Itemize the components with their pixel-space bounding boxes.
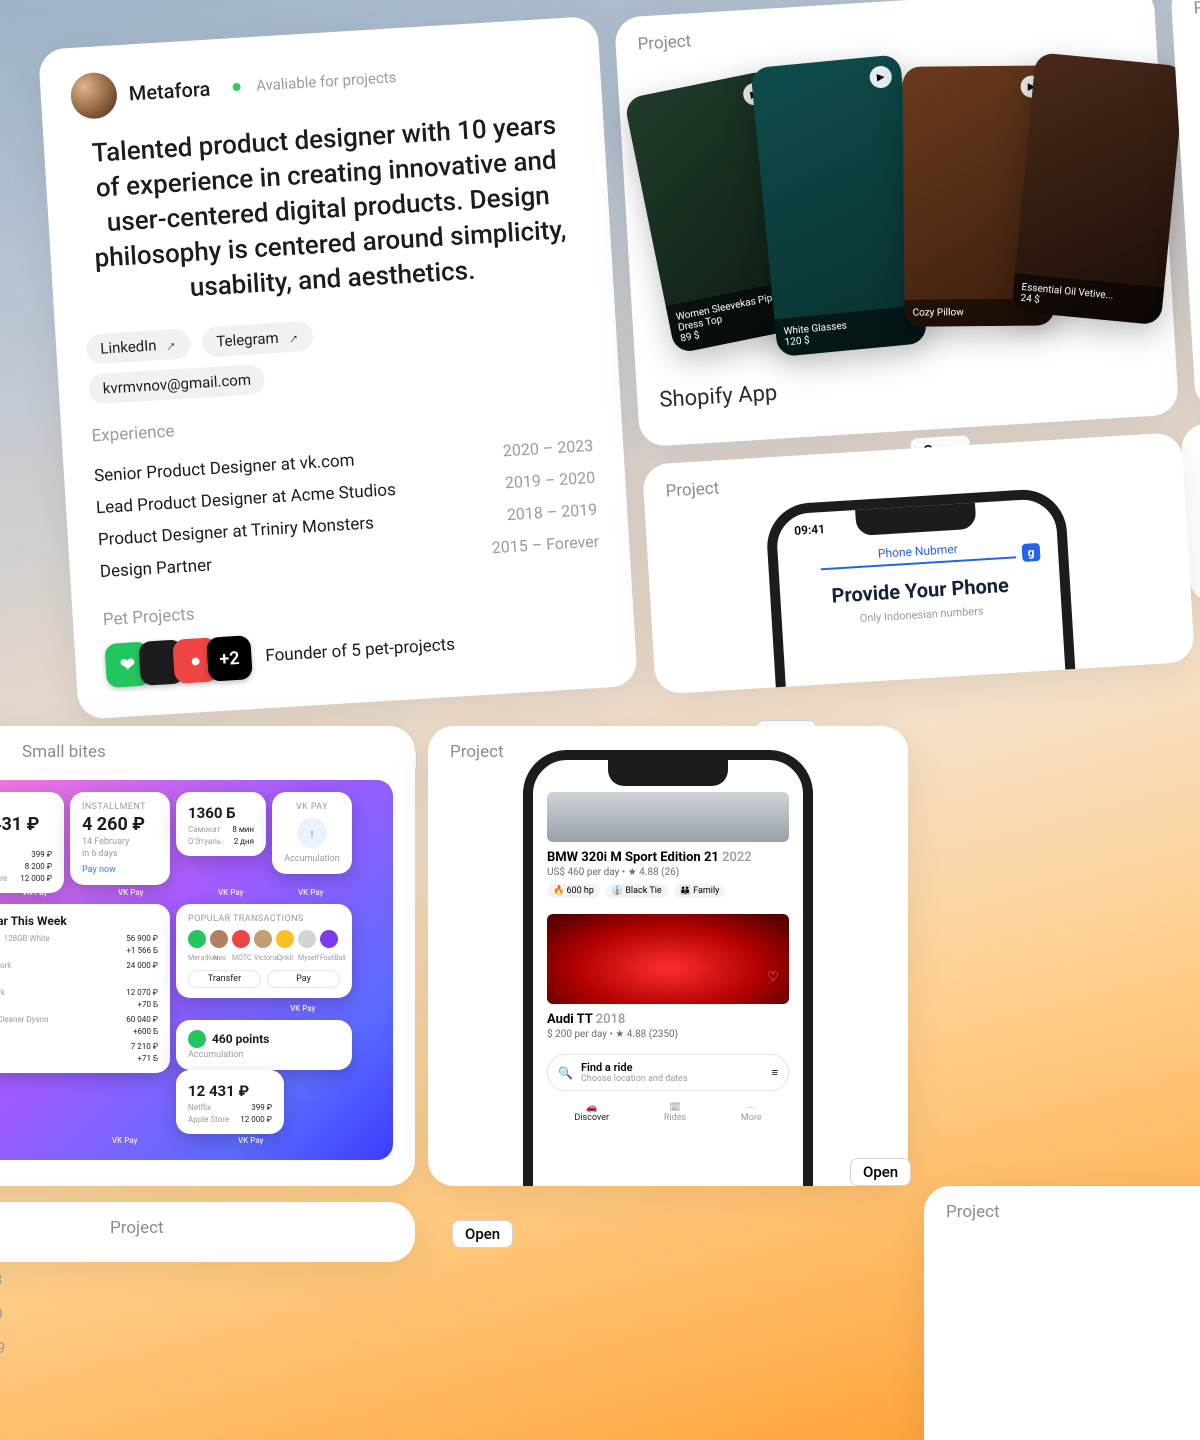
contact-avatar	[276, 930, 294, 948]
screenshot: ▶ White Glasses120 $	[750, 54, 927, 357]
exp-dates: 2020 – 2023	[502, 436, 593, 460]
avatar	[70, 71, 119, 120]
chip-hp: 🔥 600 hp	[547, 884, 600, 898]
availability-text: Avaliable for projects	[256, 68, 397, 95]
smallbites-card[interactable]: Small bites VK PAY 12 431 ₽ •••• 3213 Ne…	[0, 726, 415, 1186]
heart-icon: ♡	[767, 970, 779, 985]
telegram-label: Telegram	[216, 329, 279, 351]
widget-accumulation: VK PAY ↑ Accumulation	[272, 792, 352, 874]
telegram-chip[interactable]: Telegram →	[202, 321, 314, 358]
widget-points2: 460 points Accumulation	[176, 1020, 352, 1070]
phone-device-mock: 09:41 g Phone Nubmer Provide Your Phone …	[765, 487, 1083, 694]
car-image	[547, 792, 789, 842]
widget-vkpay: VK PAY 12 431 ₽ •••• 3213 Netflix399 ₽ R…	[0, 792, 64, 893]
widget-vkpay2: 12 431 ₽ Netflix399 ₽ Apple Store12 000 …	[176, 1070, 284, 1134]
profile-bio: Talented product designer with 10 years …	[73, 107, 583, 313]
external-link-icon: →	[158, 334, 180, 356]
chip-family: 👪 Family	[674, 884, 726, 898]
widget-installment: INSTALLMENT 4 260 ₽ 14 February in 6 day…	[70, 792, 170, 885]
profile-name: Metafora	[128, 77, 211, 106]
screenshots-carousel: ▶ Women Sleevekas Piper Dress Top89 $ ▶ …	[635, 36, 1157, 376]
tab-rides: 🗓Rides	[664, 1103, 686, 1123]
project-card-fragment: Project	[924, 1186, 1200, 1440]
arrow-up-icon: ↑	[297, 818, 327, 848]
section-label-project: Project	[665, 451, 1161, 501]
shopify-project-card[interactable]: Project ▶ Women Sleevekas Piper Dress To…	[614, 0, 1179, 447]
pay-button: Pay	[267, 970, 340, 988]
filter-icon: ≡	[772, 1066, 778, 1079]
contact-avatar	[210, 930, 228, 948]
exp-dates: 2015 – Forever	[491, 532, 599, 558]
widget-points: 1360 Б Самокат8 мин О'Этуаль2 дня	[176, 792, 266, 856]
external-link-icon: →	[281, 327, 303, 349]
contact-avatar	[298, 930, 316, 948]
search-bar: 🔍 Find a ride Choose location and dates …	[547, 1054, 789, 1091]
exp-dates: 2018 – 2019	[506, 500, 597, 524]
pet-more-badge: +2	[206, 636, 253, 683]
play-icon: ▶	[869, 65, 893, 89]
linkedin-label: LinkedIn	[100, 337, 157, 358]
screenshot: Essential Oil Vetive...24 $	[1011, 52, 1185, 325]
open-button-carshare[interactable]: Open	[850, 1158, 911, 1186]
ghost-date: – 2020	[0, 1304, 2, 1323]
profile-card: Metafora Avaliable for projects Talented…	[38, 16, 638, 720]
section-label-smallbites: Small bites	[22, 742, 393, 762]
transfer-button: Transfer	[188, 970, 261, 988]
exp-role: Design Partner	[99, 556, 212, 583]
pet-icon-stack[interactable]: ❤ ● +2	[104, 636, 252, 689]
phone-tab-active: Phone Nubmer	[778, 536, 1058, 567]
chip-blacktie: 👔 Black Tie	[606, 884, 668, 898]
phone-notch	[608, 760, 728, 786]
section-label-project: Project	[110, 1218, 393, 1238]
search-icon: 🔍	[558, 1066, 573, 1080]
car-image	[547, 914, 789, 1004]
widget-popular-tx: POPULAR TRANSACTIONS МегаФон Alex МОТС V…	[176, 904, 352, 998]
availability-dot	[232, 83, 240, 91]
phone-device-mock: BMW 320i M Sport Edition 21 2022 US$ 460…	[523, 750, 813, 1186]
open-button-lower[interactable]: Open	[452, 1220, 513, 1248]
phone-time: 09:41	[794, 522, 826, 538]
widgets-wallpaper: VK PAY 12 431 ₽ •••• 3213 Netflix399 ₽ R…	[0, 780, 393, 1160]
contact-avatar	[188, 930, 206, 948]
section-label-project: Project	[1193, 0, 1200, 19]
dot-icon	[188, 1030, 206, 1048]
linkedin-chip[interactable]: LinkedIn →	[85, 329, 191, 365]
tab-more: ⋯More	[741, 1103, 762, 1123]
carsharing-project-card[interactable]: Project BMW 320i M Sport Edition 21 2022…	[428, 726, 908, 1186]
project-card-fragment-bl: Project	[0, 1202, 415, 1262]
tab-discover: 🚗Discover	[574, 1103, 609, 1123]
phone-notch	[855, 503, 976, 536]
contact-avatar	[232, 930, 250, 948]
ghost-date: 8 – 2019	[0, 1338, 5, 1357]
ghost-date: – 2023	[0, 1270, 2, 1289]
pet-summary-text: Founder of 5 pet-projects	[265, 635, 456, 667]
widget-popular-week: Popular This Week iPhone 11 128GB White5…	[0, 904, 170, 1073]
contact-avatar	[320, 930, 338, 948]
contact-avatar	[254, 930, 272, 948]
section-label-project: Project	[946, 1202, 1200, 1222]
email-chip[interactable]: kvrmvnov@gmail.com	[88, 364, 266, 405]
exp-dates: 2019 – 2020	[504, 468, 595, 492]
phone-project-card[interactable]: Project 09:41 g Phone Nubmer Provide You…	[642, 432, 1195, 695]
